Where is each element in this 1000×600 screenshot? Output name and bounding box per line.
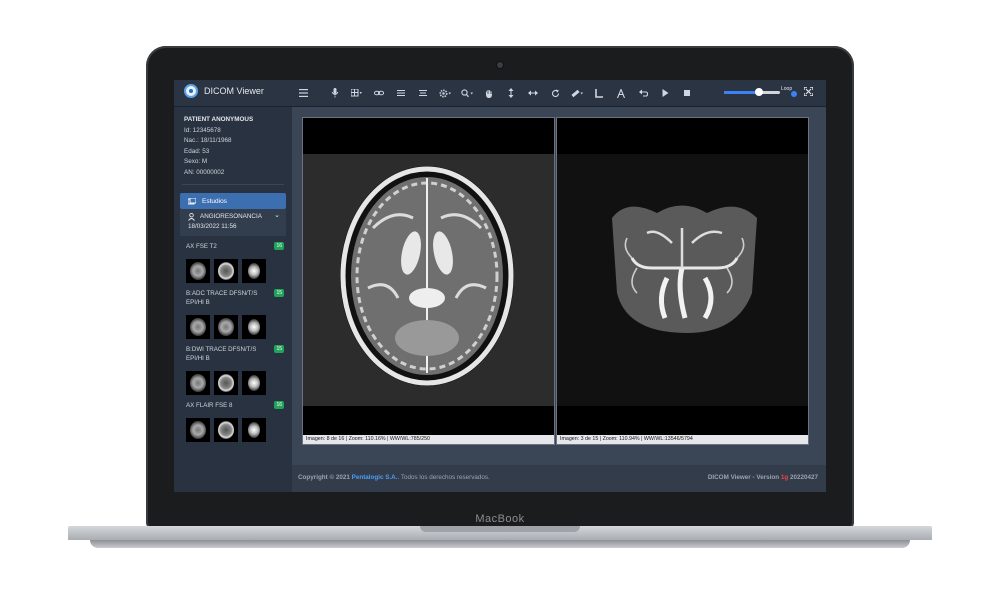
play-icon[interactable]: [654, 80, 676, 106]
version-info: DICOM Viewer - Version 1g 20220427: [708, 474, 818, 481]
version-mark: 1g: [780, 474, 789, 481]
series-item[interactable]: AX FSE T2 16: [174, 242, 292, 251]
slider-knob[interactable]: [755, 88, 763, 96]
align-icon[interactable]: [412, 80, 434, 106]
thumbnail[interactable]: [186, 259, 210, 283]
scroll-vertical-icon[interactable]: [500, 80, 522, 106]
series-item[interactable]: B:DWI TRACE DFSN/T/S EPI/HI B 15: [174, 345, 292, 363]
app-logo[interactable]: DICOM Viewer: [184, 84, 264, 98]
series-name: B:ADC TRACE DFSN/T/S: [186, 290, 258, 297]
tool-group: [292, 80, 698, 106]
text-annotation-icon[interactable]: [610, 80, 632, 106]
series-thumbnails: [186, 259, 292, 283]
app-title: DICOM Viewer: [204, 86, 264, 96]
version-number: 20220427: [789, 474, 818, 481]
tab-estudios-label: Estudios: [202, 197, 227, 205]
patient-name: PATIENT ANONYMOUS: [184, 116, 254, 123]
copyright-prefix: Copyright © 2021: [298, 474, 350, 481]
series-thumbnails: [186, 418, 292, 442]
thumbnail[interactable]: [186, 371, 210, 395]
patient-an: AN: 00000002: [184, 168, 225, 176]
viewport-left-info: Imagen: 8 de 16 | Zoom: 110.16% | WW/WL:…: [303, 435, 554, 444]
patient-age: Edad: 53: [184, 147, 210, 155]
laptop-base-bottom: [90, 540, 910, 548]
measure-icon[interactable]: [566, 80, 588, 106]
series-name: AX FSE T2: [186, 243, 217, 250]
viewport-right-info: Imagen: 3 de 15 | Zoom: 110.94% | WW/WL:…: [557, 435, 808, 444]
studies-icon: [188, 197, 196, 204]
rotate-icon[interactable]: [544, 80, 566, 106]
thumbnail[interactable]: [242, 418, 266, 442]
viewport-left[interactable]: Imagen: 8 de 16 | Zoom: 110.16% | WW/WL:…: [302, 117, 555, 445]
speed-slider[interactable]: [724, 88, 780, 96]
series-item[interactable]: B:ADC TRACE DFSN/T/S EPI/HI B 15: [174, 289, 292, 307]
sidebar: PATIENT ANONYMOUS Id: 12345678 Nac.: 18/…: [174, 107, 292, 492]
viewport-right[interactable]: Imagen: 3 de 15 | Zoom: 110.94% | WW/WL:…: [556, 117, 809, 445]
series-thumbnails: [186, 315, 292, 339]
angiography-mip-image: [557, 154, 808, 406]
undo-icon[interactable]: [632, 80, 654, 106]
angle-icon[interactable]: [588, 80, 610, 106]
series-name: AX FLAIR FSE 8: [186, 402, 233, 409]
copyright: Copyright © 2021 Pentalogic S.A.. Todos …: [298, 474, 490, 481]
app-screen: DICOM Viewer Loop PATIENT ANONYMOUS Id: …: [174, 80, 826, 492]
loop-checkbox[interactable]: [791, 91, 797, 97]
series-count-badge: 15: [274, 289, 284, 297]
series-count-badge: 15: [274, 345, 284, 353]
tab-estudios[interactable]: Estudios: [180, 193, 286, 209]
thumbnail[interactable]: [214, 315, 238, 339]
patient-info: PATIENT ANONYMOUS Id: 12345678 Nac.: 18/…: [174, 107, 292, 178]
series-subname: EPI/HI B: [186, 355, 210, 362]
footer: Copyright © 2021 Pentalogic S.A.. Todos …: [292, 465, 826, 492]
user-icon: [188, 213, 195, 221]
thumbnail[interactable]: [186, 315, 210, 339]
thumbnail[interactable]: [214, 259, 238, 283]
thumbnail[interactable]: [214, 418, 238, 442]
patient-birth: Nac.: 18/11/1968: [184, 137, 232, 144]
thumbnail[interactable]: [214, 371, 238, 395]
series-item[interactable]: AX FLAIR FSE 8 16: [174, 401, 292, 410]
settings-icon[interactable]: [434, 80, 456, 106]
viewer-area: Imagen: 8 de 16 | Zoom: 110.16% | WW/WL:…: [292, 107, 826, 492]
series-thumbnails: [186, 371, 292, 395]
menu-icon[interactable]: [292, 80, 314, 106]
series-name: B:DWI TRACE DFSN/T/S: [186, 346, 257, 353]
scroll-horizontal-icon[interactable]: [522, 80, 544, 106]
divider: [182, 184, 284, 185]
fullscreen-icon[interactable]: [803, 86, 814, 98]
slider-fill: [724, 91, 758, 94]
mic-icon[interactable]: [324, 80, 346, 106]
series-count-badge: 16: [274, 242, 284, 250]
zoom-icon[interactable]: [456, 80, 478, 106]
series-subname: EPI/HI B: [186, 299, 210, 306]
chevron-down-icon[interactable]: ⌄: [274, 211, 280, 221]
study-item[interactable]: ANGIORESONANCIA 18/03/2022 11:56 ⌄: [180, 209, 286, 236]
version-prefix: DICOM Viewer - Version: [707, 474, 780, 481]
stop-icon[interactable]: [676, 80, 698, 106]
thumbnail[interactable]: [242, 259, 266, 283]
series-count-badge: 16: [274, 401, 284, 409]
thumbnail[interactable]: [242, 315, 266, 339]
thumbnail[interactable]: [186, 418, 210, 442]
study-name: ANGIORESONANCIA: [200, 213, 262, 220]
thumbnail[interactable]: [242, 371, 266, 395]
company-link[interactable]: Pentalogic S.A.: [352, 474, 398, 481]
study-date: 18/03/2022 11:56: [188, 223, 237, 230]
rights-text: . Todos los derechos reservados.: [397, 474, 490, 481]
pan-hand-icon[interactable]: [478, 80, 500, 106]
brain-mri-image: [303, 154, 554, 406]
patient-sex: Sexo: M: [184, 158, 208, 165]
link-icon[interactable]: [368, 80, 390, 106]
loop-label: Loop: [781, 86, 793, 92]
patient-id: Id: 12345678: [184, 126, 221, 134]
list-icon[interactable]: [390, 80, 412, 106]
laptop-notch: [420, 526, 580, 532]
laptop-brand: MacBook: [475, 513, 525, 525]
top-toolbar: DICOM Viewer Loop: [174, 80, 826, 107]
camera-icon: [497, 62, 503, 68]
grid-layout-icon[interactable]: [346, 80, 368, 106]
logo-icon: [184, 84, 198, 98]
